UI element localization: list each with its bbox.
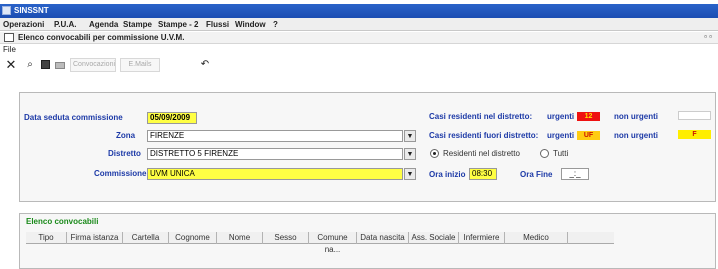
menu-help[interactable]: ? (273, 20, 278, 29)
ora-fine-field[interactable]: _:_ (561, 168, 589, 180)
casi-nel-non-urgenti-count (678, 111, 711, 120)
data-seduta-field[interactable]: 05/09/2009 (147, 112, 197, 124)
column-medico[interactable]: Medico (505, 232, 568, 244)
emails-button[interactable]: E.Mails (120, 58, 160, 72)
menu-window[interactable]: Window (235, 20, 266, 29)
column-firma-istanza[interactable]: Firma istanza (67, 232, 123, 244)
zona-dropdown-icon[interactable]: ▼ (404, 130, 416, 142)
zona-select[interactable]: FIRENZE (147, 130, 403, 142)
column-cognome[interactable]: Cognome (169, 232, 217, 244)
window-controls[interactable]: ▫ ▫ (704, 32, 712, 41)
ora-fine-label: Ora Fine (520, 170, 553, 179)
residenti-radio[interactable] (430, 149, 439, 158)
menu-agenda[interactable]: Agenda (89, 20, 118, 29)
column-tipo[interactable]: Tipo (26, 232, 67, 244)
column-ass-sociale[interactable]: Ass. Sociale (409, 232, 459, 244)
casi-nel-distretto-label: Casi residenti nel distretto: (429, 112, 533, 121)
casi-nel-urgenti-label: urgenti (547, 112, 575, 121)
casi-fuori-urgenti-label: urgenti (547, 131, 575, 140)
ora-inizio-field[interactable]: 08:30 (469, 168, 497, 180)
table-header: Tipo Firma istanza Cartella Cognome Nome… (26, 232, 614, 254)
residenti-radio-label: Residenti nel distretto (443, 149, 520, 158)
tutti-radio[interactable] (540, 149, 549, 158)
window-icon (4, 33, 14, 42)
column-nome[interactable]: Nome (217, 232, 263, 244)
list-title: Elenco convocabili (26, 217, 99, 226)
convocabili-list-panel: Elenco convocabili Tipo Firma istanza Ca… (19, 213, 716, 269)
app-title: SINSSNT (14, 6, 49, 15)
zona-label: Zona (116, 131, 136, 140)
data-seduta-label: Data seduta commissione (24, 113, 123, 122)
app-title-bar: SINSSNT (0, 4, 718, 18)
distretto-dropdown-icon[interactable]: ▼ (404, 148, 416, 160)
column-infermiere[interactable]: Infermiere (459, 232, 505, 244)
file-menu[interactable]: File (3, 45, 16, 54)
casi-fuori-distretto-label: Casi residenti fuori distretto: (429, 131, 539, 140)
menu-stampe[interactable]: Stampe (123, 20, 152, 29)
casi-nel-non-urgenti-label: non urgenti (614, 112, 658, 121)
internal-window-title-bar: Elenco convocabili per commissione U.V.M… (0, 32, 718, 44)
menu-flussi[interactable]: Flussi (206, 20, 229, 29)
window-title: Elenco convocabili per commissione U.V.M… (18, 33, 185, 42)
close-icon[interactable]: ✕ (4, 58, 18, 72)
menu-pua[interactable]: P.U.A. (54, 20, 77, 29)
menu-bar: Operazioni P.U.A. Agenda Stampe Stampe -… (0, 18, 718, 31)
tutti-radio-label: Tutti (553, 149, 569, 158)
distretto-label: Distretto (108, 149, 141, 158)
column-sesso[interactable]: Sesso (263, 232, 309, 244)
distretto-select[interactable]: DISTRETTO 5 FIRENZE (147, 148, 403, 160)
casi-fuori-urgenti-count: UF (577, 131, 600, 140)
casi-nel-urgenti-count: 12 (577, 112, 600, 121)
commissione-dropdown-icon[interactable]: ▼ (404, 168, 416, 180)
column-comune-nascita[interactable]: Comune na... (309, 232, 357, 254)
app-icon (2, 6, 11, 15)
column-data-nascita[interactable]: Data nascita (357, 232, 409, 244)
binoculars-icon[interactable]: ⌕ (24, 58, 36, 72)
convocazioni-button[interactable]: Convocazioni (70, 58, 116, 72)
print-icon[interactable] (54, 58, 66, 72)
undo-icon[interactable]: ↶ (198, 58, 212, 72)
toolbar: ✕ ⌕ Convocazioni E.Mails ↶ (0, 56, 718, 74)
save-icon[interactable] (39, 58, 51, 72)
commissione-label: Commissione (94, 169, 147, 178)
commissione-select[interactable]: UVM UNICA (147, 168, 403, 180)
casi-fuori-non-urgenti-label: non urgenti (614, 131, 658, 140)
ora-inizio-label: Ora inizio (429, 170, 466, 179)
casi-fuori-non-urgenti-count: F (678, 130, 711, 139)
column-cartella[interactable]: Cartella (123, 232, 169, 244)
menu-stampe-2[interactable]: Stampe - 2 (158, 20, 198, 29)
menu-operazioni[interactable]: Operazioni (3, 20, 44, 29)
form-panel: Data seduta commissione 05/09/2009 Zona … (19, 92, 716, 202)
